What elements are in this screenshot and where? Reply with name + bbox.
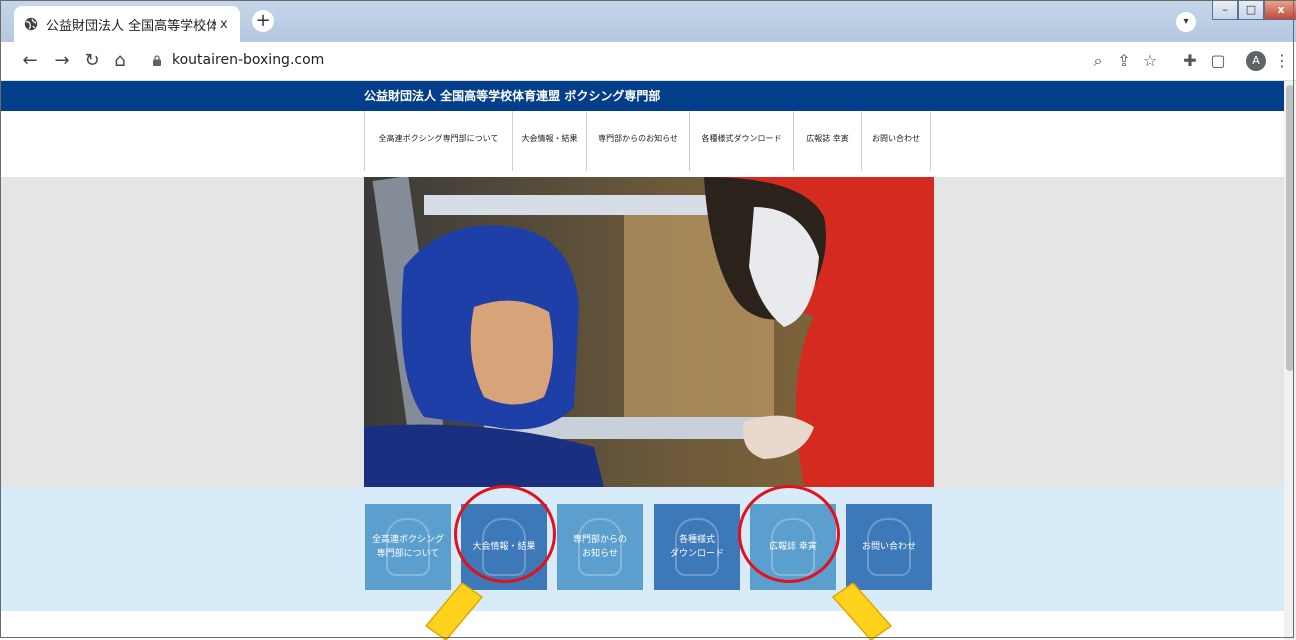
scrollbar-thumb[interactable] bbox=[1286, 85, 1294, 371]
side-panel-icon[interactable]: ▢ bbox=[1208, 51, 1228, 70]
forward-arrow-icon[interactable]: → bbox=[52, 51, 72, 71]
nav-item-label: 専門部からのお知らせ bbox=[598, 134, 678, 143]
browser-tab[interactable]: 公益財団法人 全国高等学校体育 x bbox=[14, 6, 240, 42]
bookmark-star-icon[interactable]: ☆ bbox=[1140, 51, 1160, 70]
profile-avatar[interactable]: A bbox=[1246, 51, 1266, 71]
global-nav: 全高連ボクシング専門部について 大会情報・結果 専門部からのお知らせ 各種様式ダ… bbox=[364, 111, 931, 177]
hero-photo bbox=[364, 177, 934, 487]
nav-item-tournaments[interactable]: 大会情報・結果 bbox=[512, 111, 586, 171]
quick-link-downloads[interactable]: 各種様式 ダウンロード bbox=[654, 504, 740, 590]
site-title: 公益財団法人 全国高等学校体育連盟 ボクシング専門部 bbox=[364, 89, 661, 103]
browser-toolbar: ← → ↻ ⌂ koutairen-boxing.com ⌕ ⇪ ☆ ✚ ▢ ⋮ bbox=[0, 42, 1296, 81]
url-text[interactable]: koutairen-boxing.com bbox=[172, 52, 324, 68]
quick-link-label: 各種様式 ダウンロード bbox=[669, 535, 724, 559]
nav-item-label: 大会情報・結果 bbox=[521, 134, 578, 143]
nav-item-about[interactable]: 全高連ボクシング専門部について bbox=[364, 111, 512, 171]
nav-item-contact[interactable]: お問い合わせ bbox=[861, 111, 931, 171]
page-viewport: 公益財団法人 全国高等学校体育連盟 ボクシング専門部 全高連ボクシング専門部につ… bbox=[0, 81, 1284, 640]
lock-icon bbox=[153, 55, 161, 66]
tab-close-icon[interactable]: x bbox=[220, 17, 228, 32]
quick-link-tournaments[interactable]: 大会情報・結果 bbox=[461, 504, 547, 590]
nav-item-news[interactable]: 専門部からのお知らせ bbox=[586, 111, 689, 171]
nav-item-label: お問い合わせ bbox=[872, 134, 920, 143]
close-window-button[interactable]: x bbox=[1264, 0, 1296, 20]
nav-item-label: 全高連ボクシング専門部について bbox=[378, 134, 499, 143]
quick-link-label: 全高連ボクシング 専門部について bbox=[371, 535, 444, 559]
window-controls: – □ x bbox=[1212, 0, 1296, 20]
menu-dots-icon[interactable]: ⋮ bbox=[1272, 51, 1292, 70]
home-icon[interactable]: ⌂ bbox=[110, 51, 130, 71]
reload-icon[interactable]: ↻ bbox=[82, 51, 102, 71]
extensions-puzzle-icon[interactable]: ✚ bbox=[1180, 51, 1200, 70]
hero-band bbox=[0, 177, 1284, 487]
nav-item-label: 各種様式ダウンロード bbox=[701, 134, 782, 143]
tab-search-chevron-icon[interactable]: ▾ bbox=[1176, 12, 1196, 32]
new-tab-button[interactable]: + bbox=[252, 10, 274, 32]
zoom-icon[interactable]: ⌕ bbox=[1088, 51, 1108, 71]
quick-link-magazine[interactable]: 広報誌 幸寅 bbox=[750, 504, 836, 590]
quick-links-band: 全高連ボクシング 専門部について 大会情報・結果 専門部からの お知らせ 各種様… bbox=[0, 485, 1284, 611]
quick-link-label: 広報誌 幸寅 bbox=[769, 542, 817, 552]
maximize-button[interactable]: □ bbox=[1238, 0, 1264, 20]
address-bar[interactable]: koutairen-boxing.com bbox=[140, 47, 1080, 75]
quick-link-label: お問い合わせ bbox=[861, 542, 916, 552]
quick-link-label: 専門部からの お知らせ bbox=[572, 535, 627, 559]
share-icon[interactable]: ⇪ bbox=[1114, 51, 1134, 70]
browser-tab-strip: 公益財団法人 全国高等学校体育 x + ▾ – □ x bbox=[0, 0, 1296, 42]
globe-icon bbox=[24, 17, 38, 31]
minimize-button[interactable]: – bbox=[1212, 0, 1238, 20]
nav-item-downloads[interactable]: 各種様式ダウンロード bbox=[689, 111, 793, 171]
nav-item-magazine[interactable]: 広報誌 幸寅 bbox=[793, 111, 861, 171]
quick-link-news[interactable]: 専門部からの お知らせ bbox=[557, 504, 643, 590]
page-scrollbar[interactable] bbox=[1284, 81, 1296, 640]
tab-title: 公益財団法人 全国高等学校体育 bbox=[46, 18, 216, 34]
quick-link-label: 大会情報・結果 bbox=[472, 542, 536, 552]
back-arrow-icon[interactable]: ← bbox=[20, 51, 40, 71]
quick-link-contact[interactable]: お問い合わせ bbox=[846, 504, 932, 590]
nav-item-label: 広報誌 幸寅 bbox=[806, 134, 849, 143]
quick-link-about[interactable]: 全高連ボクシング 専門部について bbox=[365, 504, 451, 590]
site-header-bar: 公益財団法人 全国高等学校体育連盟 ボクシング専門部 bbox=[0, 81, 1284, 111]
